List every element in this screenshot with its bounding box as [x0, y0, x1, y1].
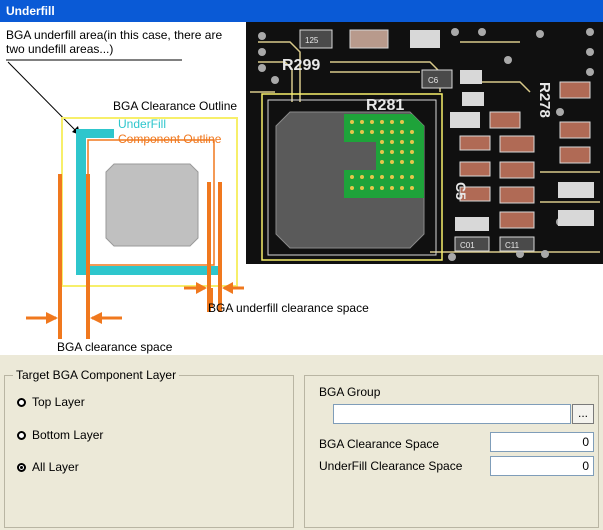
- right-bar-2: [218, 182, 222, 312]
- inner-clearance-bar: [86, 174, 90, 339]
- radio-top-layer-indicator[interactable]: [17, 397, 26, 407]
- radio-bottom-layer-label: Bottom Layer: [32, 428, 104, 442]
- underfill-left: [76, 129, 86, 275]
- photo-small-label: C11: [505, 241, 520, 250]
- bga-group-browse-button[interactable]: ...: [572, 404, 594, 424]
- note-pointer-line: [7, 61, 81, 136]
- target-layer-legend: Target BGA Component Layer: [13, 368, 180, 382]
- left-clearance-bar: [58, 174, 62, 339]
- bga-clearance-space-input[interactable]: 0: [490, 432, 594, 452]
- photo-label-c5: C5: [453, 182, 469, 200]
- bga-group-label: BGA Group: [319, 385, 381, 399]
- underfill-top: [76, 129, 114, 138]
- target-layer-group: Target BGA Component Layer Top Layer Bot…: [4, 368, 294, 528]
- radio-all-layer-indicator[interactable]: [17, 462, 26, 472]
- bga-clearance-outline-label: BGA Clearance Outline: [113, 99, 238, 113]
- photo-label-r299: R299: [282, 57, 320, 74]
- photo-small-label: C6: [428, 76, 439, 85]
- photo-label-r278: R278: [536, 82, 553, 118]
- photo-label-r281: R281: [366, 97, 404, 114]
- radio-bottom-layer[interactable]: Bottom Layer: [17, 428, 103, 442]
- underfill-clearance-space-label: BGA underfill clearance space: [208, 301, 369, 315]
- bga-group-input[interactable]: [333, 404, 571, 424]
- underfill-label: UnderFill: [118, 117, 167, 131]
- diagram-panel: R299 R281 R278 C5 125 C6 C01 C11 BGA und…: [0, 22, 603, 355]
- radio-top-layer-label: Top Layer: [32, 395, 85, 409]
- bga-clearance-space-field-label: BGA Clearance Space: [319, 437, 440, 451]
- underfill-clearance-space-field-label: UnderFill Clearance Space: [319, 459, 463, 473]
- radio-all-layer[interactable]: All Layer: [17, 460, 79, 474]
- component-outline-label: Component Outline: [118, 132, 222, 146]
- underfill-clearance-space-input[interactable]: 0: [490, 456, 594, 476]
- chip-body: [105, 163, 199, 247]
- radio-all-layer-label: All Layer: [32, 460, 79, 474]
- bga-settings-group: BGA Group ... BGA Clearance Space 0 Unde…: [304, 375, 599, 528]
- radio-top-layer[interactable]: Top Layer: [17, 395, 85, 409]
- window-title: Underfill: [0, 0, 603, 22]
- right-bar-1: [207, 182, 211, 312]
- bga-clearance-space-label: BGA clearance space: [57, 340, 173, 354]
- underfill-area-note: BGA underfill area(in this case, there a…: [6, 28, 223, 56]
- photo-small-label: C01: [460, 241, 475, 250]
- photo-small-label: 125: [305, 36, 319, 45]
- underfill-bottom: [76, 266, 222, 275]
- radio-bottom-layer-indicator[interactable]: [17, 430, 26, 440]
